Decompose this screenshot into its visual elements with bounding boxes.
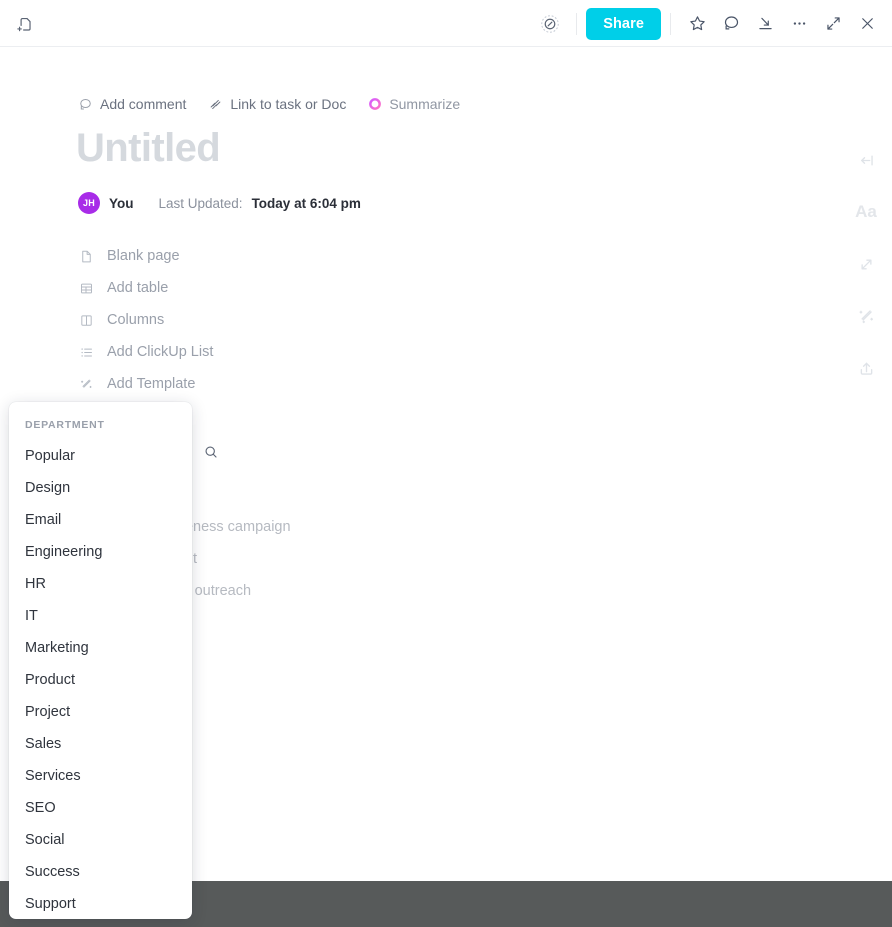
- page-title[interactable]: Untitled: [76, 124, 221, 172]
- text-format-icon: Aa: [855, 202, 877, 221]
- ai-circle-icon: [368, 97, 382, 111]
- last-updated-value: Today at 6:04 pm: [251, 195, 361, 211]
- dropdown-item-project[interactable]: Project: [9, 696, 192, 728]
- quick-menu-label: Columns: [107, 312, 165, 328]
- quick-menu-label: Add ClickUp List: [107, 344, 214, 360]
- quick-menu-item-add-template[interactable]: Add Template: [78, 368, 498, 400]
- comments-button[interactable]: [714, 7, 748, 41]
- dropdown-item-product[interactable]: Product: [9, 664, 192, 696]
- dropdown-item-seo[interactable]: SEO: [9, 792, 192, 824]
- expand-button[interactable]: [816, 7, 850, 41]
- template-search[interactable]: [203, 444, 219, 460]
- avatar[interactable]: JH: [78, 192, 100, 214]
- dropdown-item-services[interactable]: Services: [9, 760, 192, 792]
- download-button[interactable]: [748, 7, 782, 41]
- link-to-task-button[interactable]: Link to task or Doc: [208, 96, 346, 112]
- dropdown-item-social[interactable]: Social: [9, 824, 192, 856]
- resize-button[interactable]: [852, 250, 880, 278]
- collapse-panel-button[interactable]: [852, 146, 880, 174]
- summarize-button[interactable]: Summarize: [368, 96, 460, 112]
- list-icon: [78, 344, 94, 360]
- quick-menu-item-columns[interactable]: Columns: [78, 304, 498, 336]
- dropdown-item-sales[interactable]: Sales: [9, 728, 192, 760]
- dropdown-item-marketing[interactable]: Marketing: [9, 632, 192, 664]
- last-updated-label: Last Updated:: [158, 195, 243, 211]
- dropdown-item-engineering[interactable]: Engineering: [9, 536, 192, 568]
- search-icon: [203, 444, 219, 460]
- dropdown-item-it[interactable]: IT: [9, 600, 192, 632]
- clickup-doc-window: Share Add comment Link to task or Doc Su…: [0, 0, 892, 927]
- magic-wand-icon: [78, 376, 94, 392]
- quick-menu-item-blank-page[interactable]: Blank page: [78, 240, 498, 272]
- top-toolbar: Share: [0, 0, 892, 47]
- new-page-icon: [16, 16, 33, 33]
- text-format-button[interactable]: Aa: [852, 198, 880, 226]
- dropdown-item-hr[interactable]: HR: [9, 568, 192, 600]
- page-icon: [78, 248, 94, 264]
- columns-icon: [78, 312, 94, 328]
- pen-circle-icon: [539, 13, 561, 35]
- add-comment-button[interactable]: Add comment: [78, 96, 186, 112]
- author-label: You: [109, 195, 134, 211]
- right-side-toolbar: Aa: [852, 146, 880, 382]
- more-options-button[interactable]: [782, 7, 816, 41]
- quick-menu-label: Add table: [107, 280, 169, 296]
- dropdown-item-success[interactable]: Success: [9, 856, 192, 888]
- toolbar-divider-2: [670, 12, 671, 35]
- download-arrow-icon: [756, 14, 775, 33]
- doc-action-row: Add comment Link to task or Doc Summariz…: [78, 96, 460, 112]
- close-x-icon: [858, 14, 877, 33]
- new-page-button[interactable]: [10, 10, 38, 38]
- dropdown-item-support[interactable]: Support: [9, 888, 192, 919]
- top-toolbar-actions: Share: [533, 0, 884, 47]
- dropdown-item-popular[interactable]: Popular: [9, 440, 192, 472]
- theme-button[interactable]: [533, 7, 567, 41]
- dropdown-item-email[interactable]: Email: [9, 504, 192, 536]
- favorite-button[interactable]: [680, 7, 714, 41]
- star-icon: [688, 14, 707, 33]
- close-button[interactable]: [850, 7, 884, 41]
- link-lightning-icon: [208, 97, 223, 112]
- toolbar-divider-1: [576, 12, 578, 35]
- quick-menu-label: Blank page: [107, 248, 180, 264]
- comment-bubble-icon: [78, 97, 93, 112]
- ai-magic-button[interactable]: [852, 302, 880, 330]
- quick-menu-item-add-table[interactable]: Add table: [78, 272, 498, 304]
- doc-meta-row: JH You Last Updated: Today at 6:04 pm: [78, 192, 361, 214]
- magic-wand-icon: [857, 307, 876, 326]
- upload-share-icon: [857, 359, 876, 378]
- add-comment-label: Add comment: [100, 96, 187, 112]
- dropdown-header: DEPARTMENT: [25, 419, 105, 431]
- summarize-label: Summarize: [389, 96, 461, 112]
- comment-bubble-icon: [722, 14, 741, 33]
- resize-diagonal-icon: [857, 255, 876, 274]
- link-to-task-label: Link to task or Doc: [230, 96, 347, 112]
- share-button[interactable]: Share: [586, 7, 661, 40]
- quick-menu-item-add-clickup-list[interactable]: Add ClickUp List: [78, 336, 498, 368]
- department-dropdown: DEPARTMENT Popular Design Email Engineer…: [9, 402, 192, 919]
- collapse-left-icon: [857, 151, 876, 170]
- quick-menu-label: Add Template: [107, 376, 196, 392]
- expand-diagonal-icon: [824, 14, 843, 33]
- quick-start-menu: Blank page Add table Columns Add ClickUp…: [78, 240, 498, 400]
- dropdown-item-design[interactable]: Design: [9, 472, 192, 504]
- table-icon: [78, 280, 94, 296]
- upload-share-button[interactable]: [852, 354, 880, 382]
- ellipsis-icon: [790, 14, 809, 33]
